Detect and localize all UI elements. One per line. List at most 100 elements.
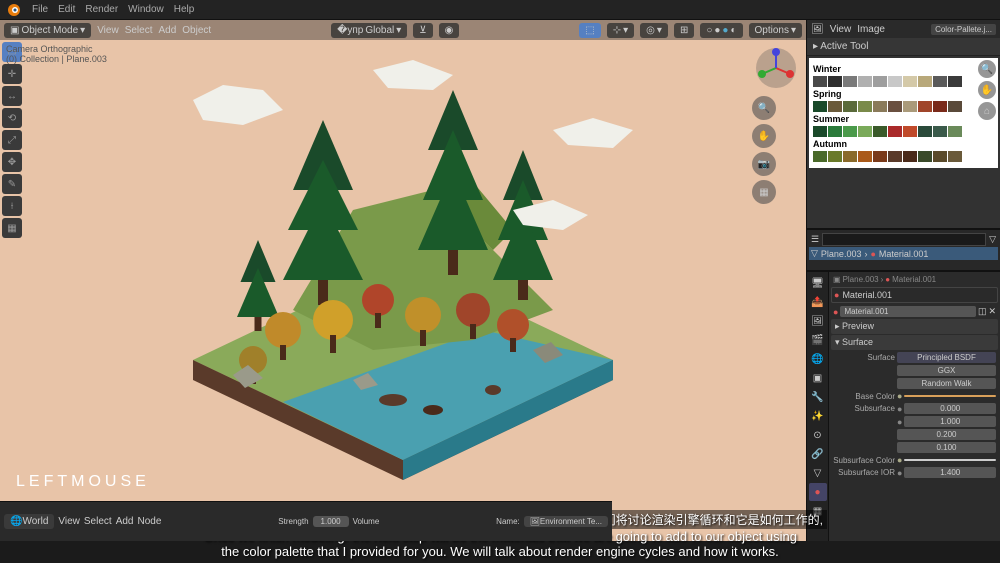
orientation-select[interactable]: �упрGlobal▾ — [331, 23, 407, 38]
material-slot-list[interactable]: ●Material.001 — [831, 287, 998, 303]
persp-gizmo[interactable]: ▦ — [752, 180, 776, 204]
swatch — [918, 126, 932, 137]
zoom-gizmo[interactable]: 🔍 — [752, 96, 776, 120]
surface-key: Surface — [833, 353, 895, 362]
mat-name-input[interactable]: Material.001 — [840, 306, 976, 317]
select-vis-toggle[interactable]: ⬚ — [579, 23, 600, 38]
active-tool-panel[interactable]: ▸ Active Tool — [807, 38, 1000, 56]
hdr-select[interactable]: Select — [125, 25, 153, 36]
new-icon[interactable]: ◫ — [978, 306, 987, 317]
viewport-nav-gizmos: 🔍 ✋ 📷 ▦ — [752, 44, 800, 204]
socket-dot: ● — [897, 404, 902, 414]
viewport-toolbar: ▭ ✛ ↔ ⟲ ⤢ ✥ ✎ ⟊ ▦ — [2, 42, 22, 238]
sscolor-chip[interactable] — [904, 459, 996, 461]
tab-scene[interactable]: 🎬 — [809, 331, 827, 349]
strength-value[interactable]: 1.000 — [313, 516, 349, 527]
tab-constraint[interactable]: 🔗 — [809, 445, 827, 463]
world-label: World — [22, 516, 48, 527]
tab-modifier[interactable]: 🔧 — [809, 388, 827, 406]
pan-gizmo[interactable]: ✋ — [752, 124, 776, 148]
swatch — [888, 76, 902, 87]
swatch — [903, 101, 917, 112]
measure-tool[interactable]: ⟊ — [2, 196, 22, 216]
menu-file[interactable]: File — [32, 4, 48, 15]
se-add[interactable]: Add — [116, 516, 134, 527]
socket-dot: ● — [897, 391, 902, 401]
radius-y[interactable]: 0.200 — [897, 429, 996, 440]
outliner-search[interactable] — [822, 233, 986, 246]
menu-window[interactable]: Window — [128, 4, 164, 15]
move-tool[interactable]: ↔ — [2, 86, 22, 106]
matpreview-icon: ● — [722, 25, 728, 36]
menu-render[interactable]: Render — [85, 4, 118, 15]
material-name-field[interactable]: ● Material.001 ◫✕ — [831, 305, 998, 318]
mode-select[interactable]: ▣Object Mode▾ — [4, 23, 91, 38]
world-select[interactable]: 🌐World — [4, 514, 54, 529]
ssior-value[interactable]: 1.400 — [904, 467, 996, 478]
name-field[interactable]: 🖼Environment Te... — [524, 516, 608, 527]
shading-modes[interactable]: ○●●◐ — [700, 23, 742, 38]
menu-edit[interactable]: Edit — [58, 4, 75, 15]
swatch — [843, 76, 857, 87]
se-node[interactable]: Node — [137, 516, 161, 527]
xray-toggle[interactable]: ⊞ — [674, 23, 694, 38]
tab-physics[interactable]: ⊙ — [809, 426, 827, 444]
outliner-item[interactable]: ▽Plane.003 › ●Material.001 — [809, 247, 998, 260]
annotate-tool[interactable]: ✎ — [2, 174, 22, 194]
tab-data[interactable]: ▽ — [809, 464, 827, 482]
surface-shader[interactable]: Principled BSDF — [897, 352, 996, 363]
tab-output[interactable]: 📤 — [809, 293, 827, 311]
image-file-select[interactable]: Color-Pallete.j... — [931, 24, 996, 35]
basecolor-chip[interactable] — [904, 395, 996, 397]
hdr-object[interactable]: Object — [182, 25, 211, 36]
preview-panel-header[interactable]: ▸ Preview — [831, 319, 998, 334]
se-select[interactable]: Select — [84, 516, 112, 527]
tab-particle[interactable]: ✨ — [809, 407, 827, 425]
camera-gizmo[interactable]: 📷 — [752, 152, 776, 176]
swatch — [933, 126, 947, 137]
hdr-add[interactable]: Add — [158, 25, 176, 36]
sss-method-select[interactable]: Random Walk — [897, 378, 996, 389]
se-view[interactable]: View — [58, 516, 80, 527]
axis-gizmo[interactable] — [752, 44, 800, 92]
app-menu-bar: File Edit Render Window Help — [0, 0, 1000, 20]
swatch — [888, 101, 902, 112]
gizmo-dropdown[interactable]: ⊹▾ — [607, 23, 634, 38]
swatch — [903, 126, 917, 137]
proportional-toggle[interactable]: ◉ — [439, 23, 460, 38]
tab-render[interactable]: 🖥 — [809, 274, 827, 292]
ie-filename: Color-Pallete.j... — [935, 25, 992, 34]
hdr-view[interactable]: View — [97, 25, 119, 36]
transform-tool[interactable]: ✥ — [2, 152, 22, 172]
tab-viewlayer[interactable]: 🖼 — [809, 312, 827, 330]
menu-help[interactable]: Help — [174, 4, 195, 15]
filter-icon[interactable]: ▽ — [989, 234, 996, 245]
tab-object[interactable]: ▣ — [809, 369, 827, 387]
unlink-icon[interactable]: ✕ — [988, 306, 996, 317]
cursor-tool[interactable]: ✛ — [2, 64, 22, 84]
orient-label: Global — [365, 25, 394, 36]
3d-viewport[interactable]: ▣Object Mode▾ View Select Add Object �уп… — [0, 20, 806, 541]
rotate-tool[interactable]: ⟲ — [2, 108, 22, 128]
breadcrumb: ▣Plane.003 › ●Material.001 — [831, 274, 998, 285]
ie-view[interactable]: View — [830, 24, 852, 35]
subsurf-value[interactable]: 0.000 — [904, 403, 996, 414]
tab-material[interactable]: ● — [809, 483, 827, 501]
ie-pan[interactable]: ✋ — [978, 81, 996, 99]
gizmo-icon: ⊹ — [613, 25, 621, 36]
options-dropdown[interactable]: Options▾ — [749, 23, 803, 38]
scale-tool[interactable]: ⤢ — [2, 130, 22, 150]
distribution-select[interactable]: GGX — [897, 365, 996, 376]
ie-zoom[interactable]: 🔍 — [978, 60, 996, 78]
radius-x[interactable]: 1.000 — [904, 416, 996, 427]
radius-z[interactable]: 0.100 — [897, 442, 996, 453]
tab-world[interactable]: 🌐 — [809, 350, 827, 368]
surface-panel-header[interactable]: ▾ Surface — [831, 335, 998, 350]
addcube-tool[interactable]: ▦ — [2, 218, 22, 238]
ie-image[interactable]: Image — [857, 24, 885, 35]
spring-swatches — [813, 101, 994, 112]
overlay-dropdown[interactable]: ◎▾ — [640, 23, 668, 38]
snap-toggle[interactable]: ⊻ — [413, 23, 432, 38]
overlay-icon: ◎ — [646, 25, 655, 36]
ie-home[interactable]: ⌂ — [978, 102, 996, 120]
